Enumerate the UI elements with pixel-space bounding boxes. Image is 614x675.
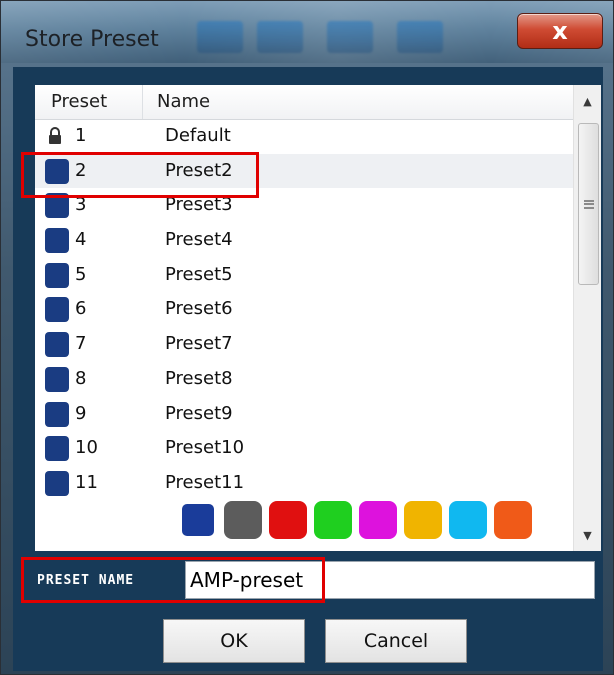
close-button[interactable]: x <box>517 13 603 49</box>
highlight-selected-row <box>21 152 259 198</box>
list-item[interactable]: 5 Preset5 <box>35 258 573 293</box>
titlebar-glass-decoration <box>397 21 443 53</box>
preset-name: Preset6 <box>165 298 233 320</box>
list-item[interactable]: 11 Preset11 <box>35 466 573 501</box>
column-header-preset[interactable]: Preset <box>35 85 143 119</box>
preset-name: Preset5 <box>165 263 233 285</box>
window-title: Store Preset <box>25 27 159 52</box>
preset-number: 7 <box>75 333 87 355</box>
dialog-body: Preset Name 1 Default 2 Preset2 3 Preset3 4 Pre… <box>13 67 603 671</box>
preset-name: Preset8 <box>165 367 233 389</box>
preset-color-label: PRESET COLOR <box>37 515 143 530</box>
scroll-up-icon[interactable]: ▲ <box>574 87 601 115</box>
preset-color-swatch <box>45 228 69 254</box>
preset-name: Default <box>165 125 231 146</box>
preset-color-swatch <box>45 436 69 462</box>
preset-number: 8 <box>75 367 87 389</box>
ok-button[interactable]: OK <box>163 619 305 663</box>
highlight-preset-name <box>21 557 325 603</box>
store-preset-dialog: Store Preset x Preset Name 1 Default 2 Pres… <box>0 0 614 675</box>
preset-number: 11 <box>75 471 98 493</box>
lock-icon <box>47 127 63 145</box>
color-swatch-2[interactable] <box>269 501 307 539</box>
preset-number: 4 <box>75 229 87 251</box>
preset-number: 6 <box>75 298 87 320</box>
preset-color-swatch <box>45 332 69 358</box>
preset-number: 10 <box>75 437 98 459</box>
color-swatch-7[interactable] <box>494 501 532 539</box>
list-item[interactable]: 6 Preset6 <box>35 292 573 327</box>
list-item[interactable]: 4 Preset4 <box>35 223 573 258</box>
scrollbar-thumb[interactable] <box>578 123 599 285</box>
preset-name: Preset11 <box>165 471 245 493</box>
preset-color-swatch <box>45 401 69 427</box>
scroll-down-icon[interactable]: ▼ <box>574 521 601 549</box>
color-swatch-0[interactable] <box>179 501 217 539</box>
list-item[interactable]: 7 Preset7 <box>35 327 573 362</box>
title-bar[interactable]: Store Preset x <box>1 1 613 63</box>
color-swatch-4[interactable] <box>359 501 397 539</box>
list-header: Preset Name <box>35 85 573 120</box>
preset-name: Preset10 <box>165 437 245 459</box>
preset-name: Preset9 <box>165 402 233 424</box>
titlebar-glass-decoration <box>257 21 303 53</box>
color-swatch-5[interactable] <box>404 501 442 539</box>
list-item[interactable]: 1 Default <box>35 119 573 154</box>
vertical-scrollbar[interactable]: ▲ ▼ <box>573 85 601 551</box>
cancel-button[interactable]: Cancel <box>325 619 467 663</box>
preset-number: 9 <box>75 402 87 424</box>
preset-color-swatch <box>45 470 69 496</box>
color-swatch-6[interactable] <box>449 501 487 539</box>
grip-icon <box>583 199 594 209</box>
list-item[interactable]: 8 Preset8 <box>35 362 573 397</box>
preset-color-swatch <box>45 366 69 392</box>
color-swatch-1[interactable] <box>224 501 262 539</box>
color-swatch-3[interactable] <box>314 501 352 539</box>
preset-number: 1 <box>75 125 87 146</box>
titlebar-glass-decoration <box>327 21 373 53</box>
preset-color-swatch <box>45 262 69 288</box>
list-item[interactable]: 10 Preset10 <box>35 431 573 466</box>
close-icon: x <box>552 17 568 45</box>
preset-number: 5 <box>75 263 87 285</box>
preset-color-swatch <box>45 297 69 323</box>
list-item[interactable]: 9 Preset9 <box>35 397 573 432</box>
titlebar-glass-decoration <box>197 21 243 53</box>
preset-name: Preset4 <box>165 229 233 251</box>
preset-name: Preset7 <box>165 333 233 355</box>
column-header-name[interactable]: Name <box>143 85 343 119</box>
